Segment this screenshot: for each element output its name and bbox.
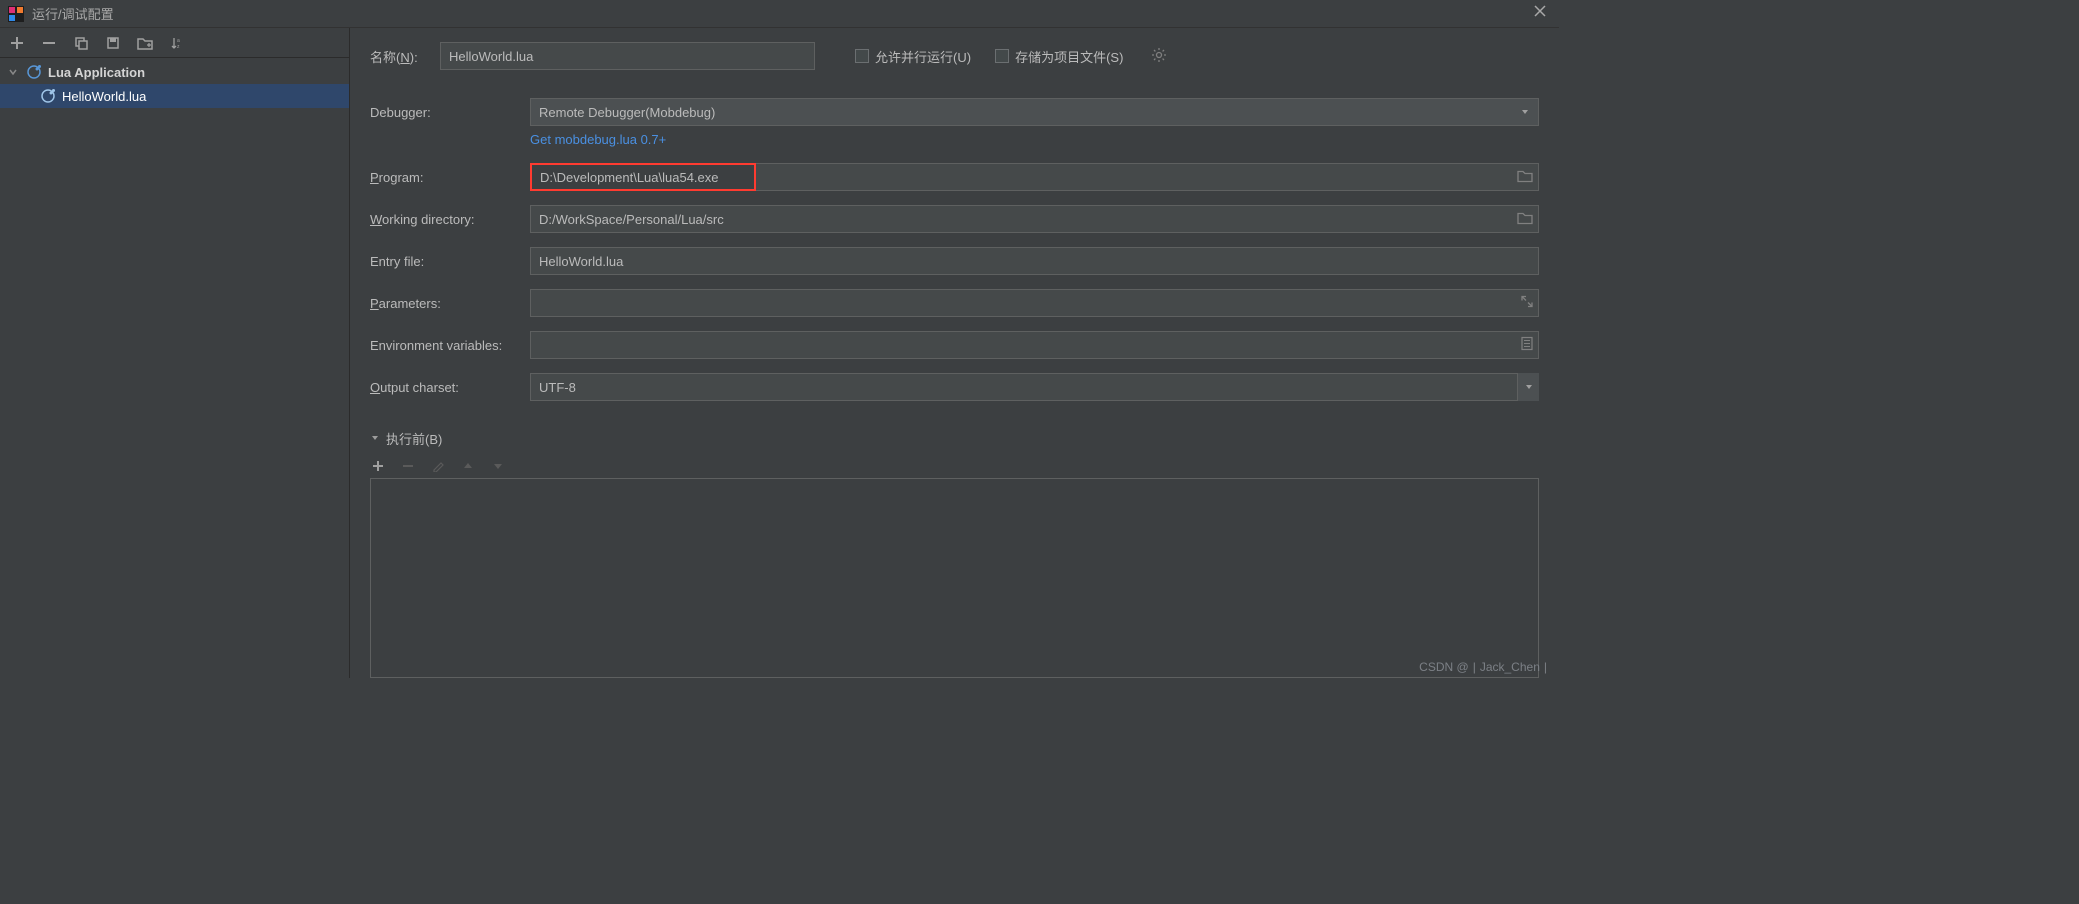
before-launch-header[interactable]: 执行前(B) [370,429,1539,448]
browse-icon[interactable] [1517,169,1533,186]
mobdebug-link[interactable]: Get mobdebug.lua 0.7+ [530,132,666,147]
browse-icon[interactable] [1517,211,1533,228]
chevron-down-icon [1520,105,1530,120]
remove-task-icon [400,458,416,474]
tree-item-helloworld[interactable]: HelloWorld.lua [0,84,349,108]
folder-icon[interactable] [136,34,154,52]
expand-icon[interactable] [1521,296,1533,311]
checkbox-box-icon [995,49,1009,63]
title-bar: 运行/调试配置 [0,0,1559,28]
program-input[interactable] [532,165,754,189]
window-title: 运行/调试配置 [32,4,114,23]
store-as-file-checkbox[interactable]: 存储为项目文件(S) [995,47,1123,66]
program-input-highlight [530,163,756,191]
allow-parallel-label: 允许并行运行(U) [875,47,971,66]
move-down-icon [490,458,506,474]
checkbox-box-icon [855,49,869,63]
tree-item-label: HelloWorld.lua [62,89,146,104]
params-label: Parameters: [370,296,530,311]
charset-label: Output charset: [370,380,530,395]
workdir-label: Working directory: [370,212,530,227]
env-label: Environment variables: [370,338,530,353]
name-label: 名称(N): [370,47,440,66]
sidebar: az Lua Application HelloWorld.lua [0,28,350,678]
allow-parallel-checkbox[interactable]: 允许并行运行(U) [855,47,971,66]
lua-icon [40,88,56,104]
env-input[interactable] [530,331,1539,359]
lua-icon [26,64,42,80]
params-input[interactable] [530,289,1539,317]
workdir-input[interactable] [530,205,1539,233]
debugger-value: Remote Debugger(Mobdebug) [539,105,715,120]
entry-input[interactable] [530,247,1539,275]
charset-input[interactable] [530,373,1539,401]
edit-task-icon [430,458,446,474]
watermark: CSDN @|Jack_Chen| [1419,660,1551,674]
add-config-icon[interactable] [8,34,26,52]
debugger-label: Debugger: [370,105,530,120]
close-icon[interactable] [1529,4,1551,23]
chevron-down-icon [8,65,20,80]
remove-config-icon[interactable] [40,34,58,52]
move-up-icon [460,458,476,474]
tree-root-lua-application[interactable]: Lua Application [0,60,349,84]
before-launch-toolbar [370,454,1539,478]
content-panel: 名称(N): 允许并行运行(U) 存储为项目文件(S) Debugger: [350,28,1559,678]
list-icon[interactable] [1521,337,1533,354]
entry-label: Entry file: [370,254,530,269]
gear-icon[interactable] [1151,47,1167,66]
charset-dropdown-button[interactable] [1517,373,1539,401]
name-input[interactable] [440,42,815,70]
before-launch-label: 执行前(B) [386,429,442,448]
svg-text:z: z [177,44,180,50]
program-input-extension[interactable] [756,163,1539,191]
program-label: Program: [370,170,530,185]
save-config-icon[interactable] [104,34,122,52]
before-launch-tasks[interactable] [370,478,1539,678]
tree-root-label: Lua Application [48,65,145,80]
config-tree: Lua Application HelloWorld.lua [0,58,349,108]
sort-icon[interactable]: az [168,34,186,52]
copy-config-icon[interactable] [72,34,90,52]
add-task-icon[interactable] [370,458,386,474]
debugger-select[interactable]: Remote Debugger(Mobdebug) [530,98,1539,126]
intellij-icon [8,6,24,22]
caret-down-icon [370,431,380,446]
store-as-file-label: 存储为项目文件(S) [1015,47,1123,66]
sidebar-toolbar: az [0,28,349,58]
